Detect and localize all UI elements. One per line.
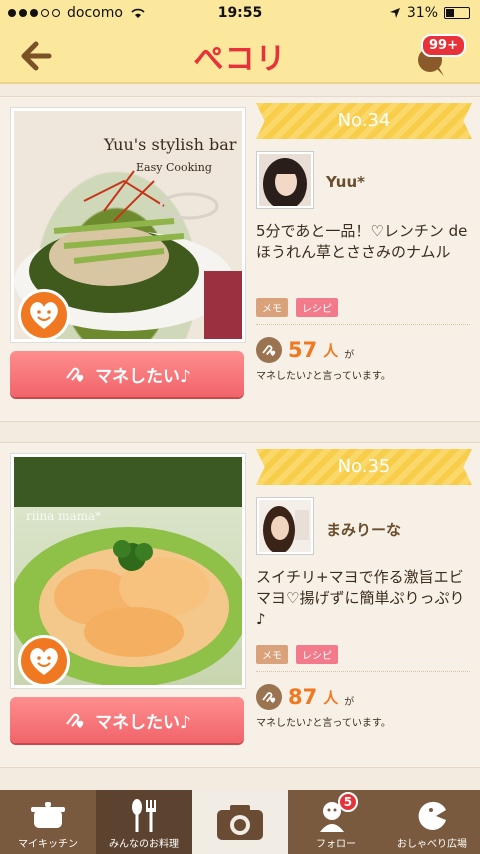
tab-label: フォロー xyxy=(316,839,356,850)
notification-button[interactable]: 99+ xyxy=(416,34,466,76)
memo-tag: メモ xyxy=(256,298,288,317)
status-right: 31% xyxy=(389,5,470,21)
mane-count-particle: が xyxy=(344,696,355,708)
fork-spoon-icon xyxy=(132,799,156,832)
tab-chat-plaza[interactable]: おしゃべり広場 xyxy=(384,790,480,854)
camera-icon xyxy=(217,805,263,840)
username[interactable]: まみりーな xyxy=(326,519,401,540)
rank-label: No.34 xyxy=(337,110,391,131)
tab-camera[interactable] xyxy=(192,790,288,854)
post-title[interactable]: 5分であと一品！♡レンチン de ほうれん草とささみのナムル xyxy=(256,221,472,263)
location-arrow-icon xyxy=(389,8,400,18)
heart-face-icon xyxy=(30,302,58,329)
avatar[interactable] xyxy=(256,497,314,555)
mane-heart-badge[interactable] xyxy=(18,635,70,687)
tab-label: おしゃべり広場 xyxy=(397,839,467,850)
pot-icon xyxy=(31,802,65,828)
post-card: Yuu's stylish bar Easy Cooking マネしたい♪ No… xyxy=(0,96,480,422)
chat-character-icon xyxy=(418,801,446,830)
mane-button[interactable]: マネしたい♪ xyxy=(10,351,244,397)
rank-label: No.35 xyxy=(337,456,391,477)
mane-button-label: マネしたい♪ xyxy=(95,712,191,733)
tab-follow[interactable]: 5 フォロー xyxy=(288,790,384,854)
clip-heart-icon xyxy=(256,337,282,363)
mane-count-text: マネしたい♪と言っています。 xyxy=(256,371,391,382)
post-card: riina mama* マネしたい♪ No.35 まみりーな スイチリ+マヨで作… xyxy=(0,442,480,768)
status-bar: docomo 19:55 31% xyxy=(0,0,480,28)
recipe-tag: レシピ xyxy=(296,298,338,317)
username[interactable]: Yuu* xyxy=(326,173,365,191)
clip-heart-icon xyxy=(66,367,84,382)
clip-heart-icon xyxy=(66,713,84,728)
photo-title: Yuu's stylish bar xyxy=(104,135,237,154)
battery-percent: 31% xyxy=(406,5,438,21)
mane-count-particle: が xyxy=(344,349,355,361)
heart-face-icon xyxy=(30,648,58,675)
mane-count-unit: 人 xyxy=(323,688,339,707)
mane-count: 87 人 が xyxy=(256,684,354,710)
app-logo-text: ぺコリ xyxy=(193,42,287,77)
tab-label: マイキッチン xyxy=(18,839,78,850)
divider xyxy=(256,324,470,325)
mane-count-number: 57 xyxy=(288,338,318,362)
rank-ribbon: No.34 xyxy=(256,103,472,139)
header: ぺコリ 99+ xyxy=(0,28,480,84)
tab-label: みんなのお料理 xyxy=(109,839,179,850)
post-tags: メモ レシピ xyxy=(256,298,338,317)
recipe-tag: レシピ xyxy=(296,645,338,664)
notification-badge: 99+ xyxy=(421,34,466,57)
mane-count-number: 87 xyxy=(288,685,318,709)
clip-heart-icon xyxy=(256,684,282,710)
app-logo: ぺコリ xyxy=(0,34,480,78)
tab-my-kitchen[interactable]: マイキッチン xyxy=(0,790,96,854)
mane-count-text: マネしたい♪と言っています。 xyxy=(256,718,391,729)
photo-subtitle: Easy Cooking xyxy=(136,161,212,174)
follow-badge: 5 xyxy=(337,792,358,812)
rank-ribbon: No.35 xyxy=(256,449,472,485)
photo-watermark: riina mama* xyxy=(26,509,102,523)
mane-count: 57 人 が xyxy=(256,337,354,363)
mane-heart-badge[interactable] xyxy=(18,289,70,341)
mane-button-label: マネしたい♪ xyxy=(95,366,191,387)
divider xyxy=(256,671,470,672)
tab-everyones-dishes[interactable]: みんなのお料理 xyxy=(96,790,192,854)
post-tags: メモ レシピ xyxy=(256,645,338,664)
memo-tag: メモ xyxy=(256,645,288,664)
post-title[interactable]: スイチリ+マヨで作る激旨エビマヨ♡揚げずに簡単ぷりっぷり♪ xyxy=(256,567,472,630)
battery-icon xyxy=(444,7,470,19)
avatar[interactable] xyxy=(256,151,314,209)
mane-button[interactable]: マネしたい♪ xyxy=(10,697,244,743)
mane-count-unit: 人 xyxy=(323,341,339,360)
tab-bar: マイキッチン みんなのお料理 5 フォロー おしゃべり広場 xyxy=(0,790,480,854)
